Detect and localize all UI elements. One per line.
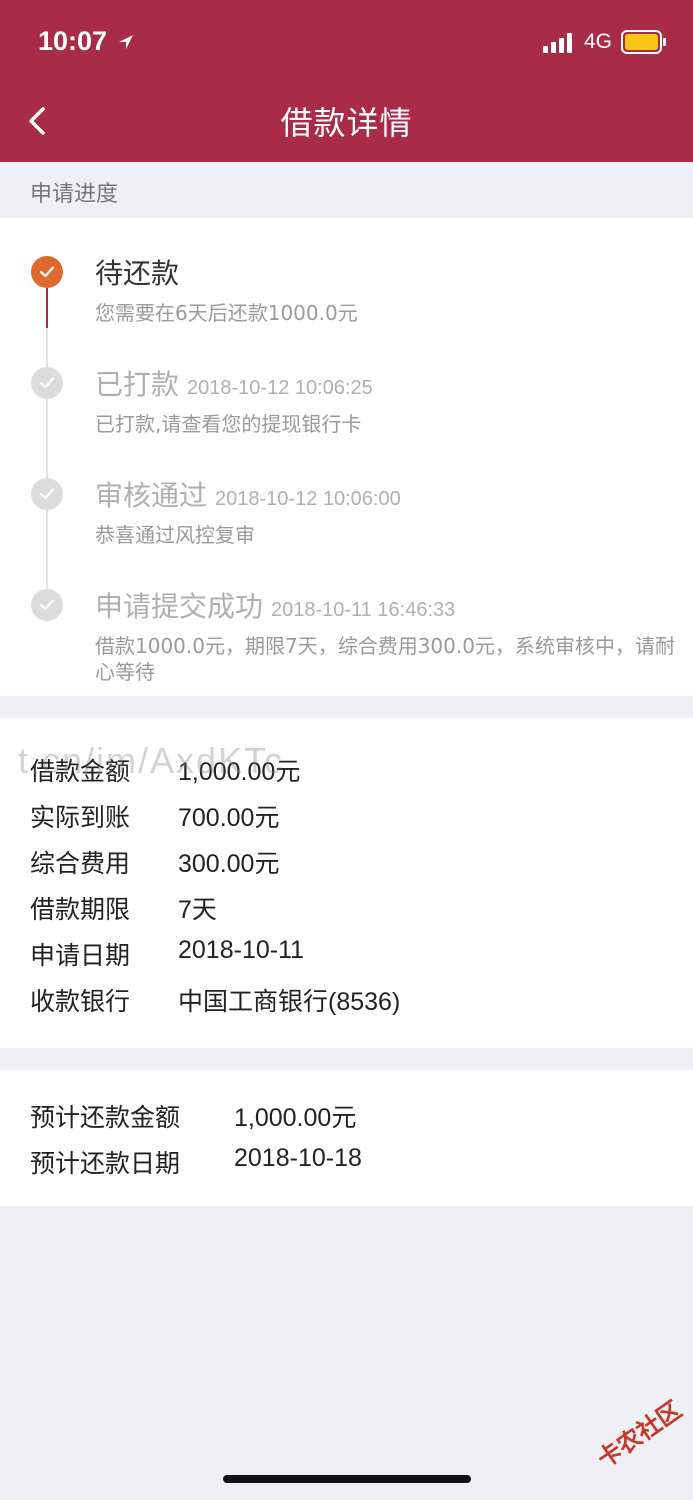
check-done-icon — [31, 589, 63, 621]
battery-icon — [621, 30, 666, 54]
step-time: 2018-10-12 10:06:25 — [187, 377, 373, 399]
repayment-card: 预计还款金额 1,000.00元 预计还款日期 2018-10-18 — [0, 1070, 693, 1206]
info-label: 借款期限 — [30, 895, 131, 924]
info-row: 收款银行 中国工商银行(8536) — [30, 982, 400, 1018]
info-value: 中国工商银行(8536) — [178, 988, 401, 1016]
check-done-icon — [31, 367, 63, 399]
watermark: t.cn/im/AxdKTc — [18, 740, 285, 781]
info-label: 申请日期 — [30, 941, 131, 970]
network-type: 4G — [584, 30, 613, 53]
info-row: 综合费用 300.00元 — [30, 844, 279, 880]
info-value: 300.00元 — [178, 850, 280, 878]
progress-section-label: 申请进度 — [30, 182, 119, 207]
repay-value: 1,000.00元 — [234, 1104, 357, 1132]
check-active-icon — [31, 256, 63, 288]
step-desc: 恭喜通过风控复审 — [95, 523, 255, 547]
signal-bars-icon — [543, 33, 572, 53]
info-value: 7天 — [178, 896, 217, 924]
info-row: 实际到账 700.00元 — [30, 798, 279, 834]
info-value: 2018-10-11 — [178, 936, 305, 964]
location-arrow-icon — [119, 35, 133, 49]
info-row: 申请日期 2018-10-11 — [30, 936, 304, 972]
step-title: 已打款 — [95, 368, 180, 401]
repay-row: 预计还款金额 1,000.00元 — [30, 1098, 356, 1134]
check-done-icon — [31, 478, 63, 510]
info-label: 收款银行 — [30, 987, 131, 1016]
page-title: 借款详情 — [280, 104, 413, 142]
repay-label: 预计还款金额 — [30, 1103, 181, 1132]
corner-logo: 卡农社区 — [592, 1395, 687, 1474]
step-title: 审核通过 — [95, 479, 208, 512]
step-time: 2018-10-12 10:06:00 — [215, 488, 401, 510]
status-time: 10:07 — [38, 26, 108, 56]
info-value: 700.00元 — [178, 804, 280, 832]
app-header: 10:07 4G 借款详情 — [0, 0, 693, 162]
step-title: 待还款 — [95, 257, 180, 290]
info-row: 借款期限 7天 — [30, 890, 217, 926]
timeline-line-active — [46, 288, 48, 328]
step-time: 2018-10-11 16:46:33 — [271, 599, 456, 621]
step-desc: 已打款,请查看您的提现银行卡 — [95, 412, 362, 436]
step-desc: 您需要在6天后还款1000.0元 — [95, 301, 358, 325]
step-title: 申请提交成功 — [95, 590, 264, 623]
info-label: 实际到账 — [30, 803, 131, 832]
home-indicator[interactable] — [223, 1475, 471, 1483]
repay-row: 预计还款日期 2018-10-18 — [30, 1144, 362, 1180]
progress-card: 待还款 您需要在6天后还款1000.0元 已打款 2018-10-12 10:06… — [0, 218, 693, 696]
repay-value: 2018-10-18 — [234, 1144, 362, 1172]
repay-label: 预计还款日期 — [30, 1149, 181, 1178]
info-label: 综合费用 — [30, 849, 131, 878]
step-desc: 借款1000.0元，期限7天，综合费用300.0元，系统审核中，请耐心等待 — [95, 634, 675, 684]
